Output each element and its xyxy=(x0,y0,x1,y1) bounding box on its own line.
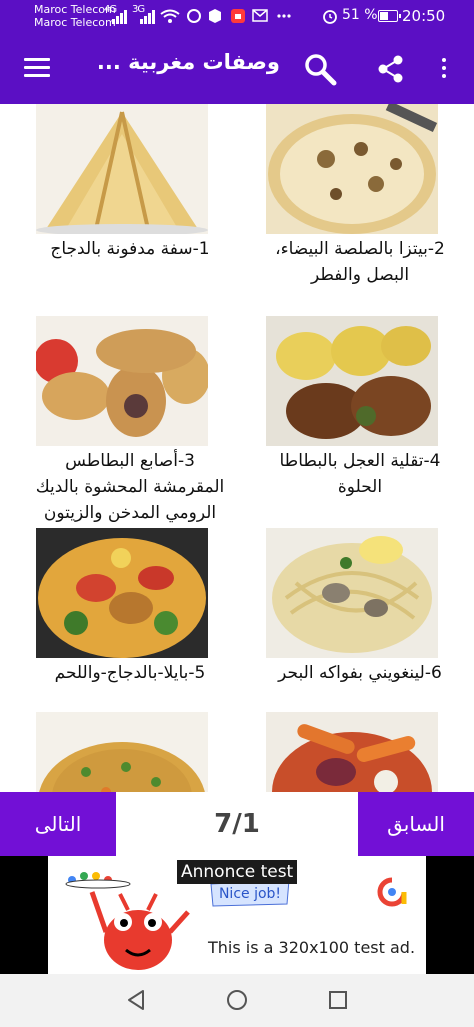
app-bar: وصفات مغربية ... xyxy=(0,32,474,104)
recipe-title: 6-لينغويني بفواكه البحر xyxy=(278,663,442,683)
app-notification-icon xyxy=(231,9,245,23)
wifi-icon xyxy=(160,9,180,23)
recipe-image xyxy=(266,104,438,234)
battery-icon xyxy=(378,10,401,22)
recipe-image xyxy=(36,316,208,446)
share-icon[interactable] xyxy=(376,54,406,84)
app-title: وصفات مغربية ... xyxy=(96,50,280,74)
recipe-image xyxy=(36,104,208,234)
back-icon[interactable] xyxy=(124,988,148,1012)
recipe-image xyxy=(36,528,208,658)
page-counter: 7/1 xyxy=(214,809,260,839)
recent-apps-icon[interactable] xyxy=(328,990,348,1010)
clock: 20:50 xyxy=(402,7,446,25)
signal-icon xyxy=(112,10,127,24)
ad-badge-text: Nice job! xyxy=(219,886,281,902)
status-bar: Maroc Telecom Maroc Telecom 4G 3G 51 % 2… xyxy=(0,0,474,32)
recipe-title: 3-أصابع البطاطس المقرمشة المحشوة بالديك … xyxy=(35,451,225,523)
previous-button[interactable]: السابق xyxy=(358,792,474,856)
mail-icon xyxy=(252,9,268,22)
search-icon[interactable] xyxy=(303,52,337,86)
battery-percent: 51 % xyxy=(342,7,378,23)
alarm-icon xyxy=(323,10,337,24)
home-icon[interactable] xyxy=(226,989,248,1011)
recipe-title: 2-بيتزا بالصلصة البيضاء، البصل والفطر xyxy=(275,239,445,285)
recipe-image xyxy=(266,528,438,658)
pager-bar: التالى 7/1 السابق xyxy=(0,792,474,856)
ad-text: This is a 320x100 test ad. xyxy=(208,938,416,957)
ad-label: Annonce test xyxy=(177,860,298,884)
next-button[interactable]: التالى xyxy=(0,792,116,856)
ad-logo-icon xyxy=(377,877,407,907)
sync-icon xyxy=(187,9,201,23)
recipe-title: 1-سفة مدفونة بالدجاج xyxy=(50,239,210,259)
recipe-image xyxy=(36,712,208,792)
carrier-2: Maroc Telecom xyxy=(34,16,116,29)
more-options-icon[interactable] xyxy=(440,58,448,82)
recipe-title: 5-بايلا-بالدجاج-واللحم xyxy=(54,663,206,683)
signal-2-icon xyxy=(140,10,155,24)
menu-icon[interactable] xyxy=(24,58,50,78)
recipe-image xyxy=(266,316,438,446)
recipe-image xyxy=(266,712,438,792)
recipe-grid: 2-بيتزا بالصلصة البيضاء، البصل والفطر 1-… xyxy=(0,104,474,792)
recipe-title: 4-تقلية العجل بالبطاطا الحلوة xyxy=(279,451,441,497)
system-navigation-bar xyxy=(0,974,474,1027)
cube-icon xyxy=(209,9,221,23)
dots-icon xyxy=(277,14,291,18)
